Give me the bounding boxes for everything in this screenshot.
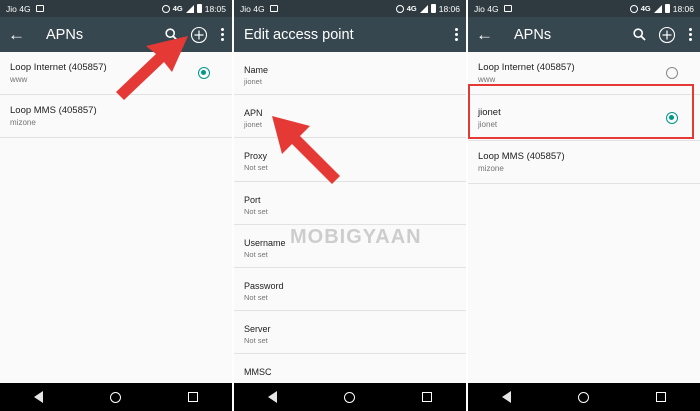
field-port[interactable]: Port Not set	[234, 182, 466, 225]
red-arrow-pointer-add	[116, 36, 188, 100]
signal-icon	[653, 4, 662, 13]
nav-recent-apps-icon[interactable]	[422, 392, 433, 402]
red-arrow-pointer-apn	[272, 116, 340, 184]
screen-apns-before: Jio 4G 4G 18:05 ← APNs Loop Internet (40…	[0, 0, 232, 411]
field-label: Port	[244, 194, 261, 205]
more-options-icon[interactable]	[220, 28, 224, 41]
field-password[interactable]: Password Not set	[234, 268, 466, 312]
app-bar: Edit access point	[234, 17, 466, 52]
nav-home-icon[interactable]	[109, 391, 121, 403]
nav-back-icon[interactable]	[33, 391, 43, 403]
app-bar: ← APNs	[468, 17, 700, 52]
back-arrow-icon[interactable]: ←	[8, 26, 34, 43]
add-apn-icon[interactable]	[190, 26, 208, 44]
network-type-label: 4G	[406, 4, 417, 13]
network-type-label: 4G	[172, 4, 183, 13]
apn-name: Loop MMS (405857)	[478, 151, 565, 162]
apn-value: mizone	[10, 118, 36, 127]
signal-icon	[185, 4, 194, 13]
nav-back-icon[interactable]	[267, 391, 277, 403]
image-notification-icon	[269, 5, 278, 12]
search-icon[interactable]	[633, 28, 646, 41]
watermark-text: MOBIGYAAN	[290, 226, 422, 248]
alarm-icon	[161, 4, 170, 13]
alarm-icon	[629, 4, 638, 13]
nav-recent-apps-icon[interactable]	[188, 392, 199, 402]
more-options-icon[interactable]	[688, 28, 692, 41]
battery-icon	[196, 4, 202, 13]
apn-radio-selected[interactable]	[198, 67, 210, 79]
page-title: Edit access point	[244, 26, 354, 43]
back-arrow-icon[interactable]: ←	[476, 26, 502, 43]
clock-time: 18:05	[204, 3, 226, 14]
carrier-label: Jio 4G	[240, 3, 265, 14]
alarm-icon	[395, 4, 404, 13]
status-bar: Jio 4G 4G 18:05	[0, 0, 232, 17]
more-options-icon[interactable]	[454, 28, 458, 41]
add-apn-icon[interactable]	[658, 26, 676, 44]
field-label: Name	[244, 65, 269, 75]
field-value: jionet	[244, 77, 262, 86]
nav-home-icon[interactable]	[343, 391, 355, 403]
field-apn[interactable]: APN jionet	[234, 95, 466, 139]
field-label: Server	[244, 324, 271, 335]
field-label: MMSC	[244, 367, 272, 378]
apn-field-list: Name jionet APN jionet Proxy Not set Por…	[234, 52, 466, 398]
nav-back-icon[interactable]	[501, 391, 511, 403]
screen-apns-after: Jio 4G 4G 18:06 ← APNs Loop Internet (40…	[468, 0, 700, 411]
field-name[interactable]: Name jionet	[234, 52, 466, 96]
navigation-bar	[0, 383, 232, 411]
field-value: Not set	[244, 336, 268, 346]
clock-time: 18:06	[438, 3, 460, 14]
field-value: Not set	[244, 206, 268, 216]
navigation-bar	[468, 383, 700, 411]
battery-icon	[430, 4, 436, 13]
nav-home-icon[interactable]	[577, 391, 589, 403]
field-server[interactable]: Server Not set	[234, 311, 466, 355]
status-bar: Jio 4G 4G 18:06	[468, 0, 700, 17]
image-notification-icon	[35, 5, 44, 12]
field-value: Not set	[244, 292, 268, 302]
carrier-label: Jio 4G	[474, 3, 499, 14]
carrier-label: Jio 4G	[6, 3, 31, 14]
clock-time: 18:06	[672, 3, 694, 14]
page-title: APNs	[514, 26, 552, 43]
apn-item-loop-mms[interactable]: Loop MMS (405857) mizone	[468, 141, 700, 184]
navigation-bar	[234, 383, 466, 411]
red-highlight-box	[468, 84, 694, 139]
status-bar: Jio 4G 4G 18:06	[234, 0, 466, 17]
field-value: Not set	[244, 249, 268, 259]
apn-radio-unselected[interactable]	[666, 67, 678, 79]
image-notification-icon	[503, 5, 512, 12]
field-proxy[interactable]: Proxy Not set	[234, 138, 466, 182]
network-type-label: 4G	[640, 4, 651, 13]
apn-name: Loop MMS (405857)	[10, 105, 97, 116]
signal-icon	[419, 4, 428, 13]
screen-edit-access-point: Jio 4G 4G 18:06 Edit access point Name j…	[234, 0, 466, 411]
apn-name: Loop Internet (405857)	[478, 62, 575, 73]
apn-value: www	[478, 75, 496, 84]
nav-recent-apps-icon[interactable]	[656, 392, 667, 402]
field-label: Password	[244, 280, 284, 291]
apn-value: mizone	[478, 164, 504, 173]
battery-icon	[664, 4, 670, 13]
